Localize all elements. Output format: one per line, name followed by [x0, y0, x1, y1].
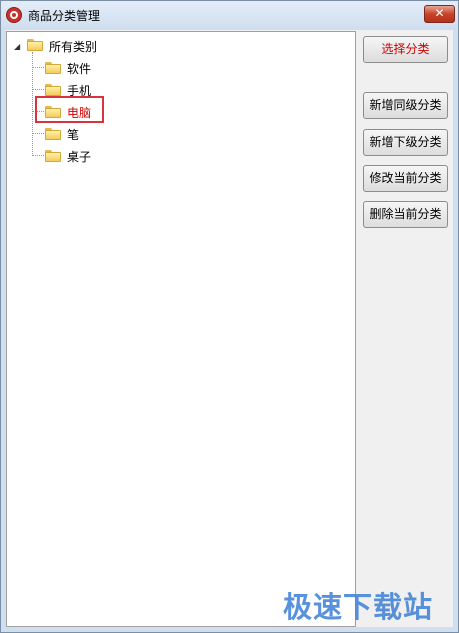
title-bar[interactable]: 商品分类管理 ✕ [1, 1, 458, 29]
tree-node-pen[interactable]: 笔 [45, 125, 125, 143]
app-window: 商品分类管理 ✕ ◢ 所有类别 软件 手机 电脑 笔 桌子 选择分类 新增同级分… [0, 0, 459, 633]
folder-icon [45, 84, 61, 96]
site-watermark: 极速下载站 [283, 590, 434, 624]
folder-icon [45, 106, 61, 118]
tree-node-label: 所有类别 [49, 40, 98, 54]
select-category-button[interactable]: 选择分类 [363, 36, 448, 63]
tree-node-computer[interactable]: 电脑 [45, 103, 125, 121]
add-sibling-category-button[interactable]: 新增同级分类 [363, 92, 448, 119]
client-area: ◢ 所有类别 软件 手机 电脑 笔 桌子 选择分类 新增同级分类 新增下级分类 … [6, 30, 453, 627]
edit-current-category-button[interactable]: 修改当前分类 [363, 165, 448, 192]
folder-icon [45, 150, 61, 162]
folder-icon [45, 128, 61, 140]
tree-node-root[interactable]: ◢ 所有类别 [13, 37, 133, 55]
add-child-category-button[interactable]: 新增下级分类 [363, 129, 448, 156]
close-button[interactable]: ✕ [424, 5, 455, 23]
app-logo-icon [6, 7, 22, 23]
window-title: 商品分类管理 [28, 9, 101, 23]
tree-node-table[interactable]: 桌子 [45, 147, 125, 165]
tree-connector-line [32, 155, 44, 156]
expander-triangle-icon[interactable]: ◢ [14, 42, 23, 51]
tree-node-label: 软件 [67, 62, 92, 76]
tree-node-label: 桌子 [67, 150, 92, 164]
category-tree[interactable]: ◢ 所有类别 软件 手机 电脑 笔 桌子 [6, 31, 356, 627]
delete-current-category-button[interactable]: 删除当前分类 [363, 201, 448, 228]
folder-icon [27, 39, 43, 51]
tree-connector-line [32, 89, 44, 90]
tree-node-label: 笔 [67, 128, 80, 142]
tree-connector-line [32, 67, 44, 68]
tree-node-software[interactable]: 软件 [45, 59, 125, 77]
folder-icon [45, 62, 61, 74]
tree-connector-line [32, 133, 44, 134]
tree-node-label: 电脑 [67, 106, 92, 120]
